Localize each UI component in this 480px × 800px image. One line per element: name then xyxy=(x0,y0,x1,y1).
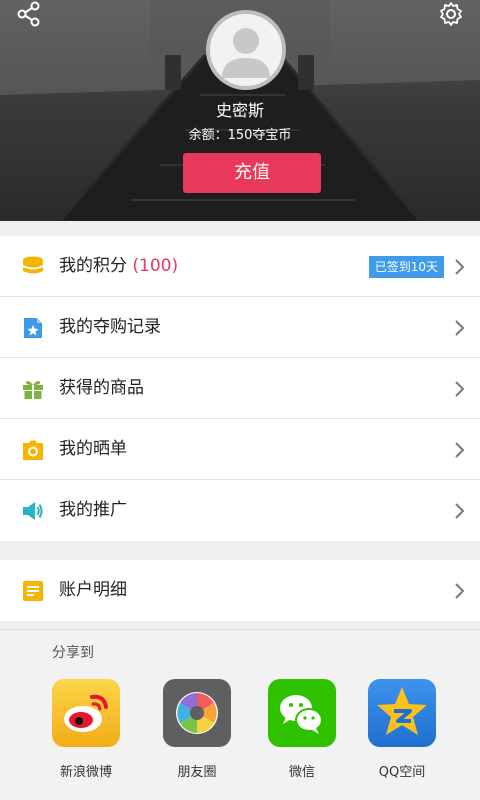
share-option-label: 微信 xyxy=(288,765,315,780)
share-icon xyxy=(17,1,40,27)
wechat-icon xyxy=(268,679,336,747)
share-option-label: 新浪微博 xyxy=(59,765,112,780)
share-option-label: QQ空间 xyxy=(378,765,426,780)
share-button[interactable] xyxy=(14,0,44,28)
menu-item-label: 账户明细 xyxy=(59,580,127,600)
notepad-icon xyxy=(23,581,43,601)
menu-item-label: 我的夺购记录 xyxy=(59,317,161,337)
chevron-right-icon xyxy=(455,583,464,599)
chevron-right-icon xyxy=(455,381,464,397)
menu-item-my-posts[interactable]: 我的晒单 xyxy=(0,419,480,480)
weibo-icon xyxy=(52,679,120,747)
points-count: (100) xyxy=(132,256,179,276)
chevron-right-icon xyxy=(455,442,464,458)
share-option-qzone[interactable]: QQ空间 xyxy=(362,679,442,780)
camera-icon xyxy=(23,440,43,460)
share-option-moments[interactable]: 朋友圈 xyxy=(157,679,237,780)
menu-item-points[interactable]: 我的积分 (100) 已签到10天 xyxy=(0,236,480,297)
profile-header: 史密斯 余额：150夺宝币 充值 xyxy=(0,0,480,221)
chevron-right-icon xyxy=(455,503,464,519)
gift-icon xyxy=(23,381,43,399)
menu-item-label: 我的晒单 xyxy=(59,439,127,459)
username: 史密斯 xyxy=(215,101,264,120)
menu-group: 我的积分 (100) 已签到10天 我的夺购记录 获得的商品 我的晒单 我的推广 xyxy=(0,236,480,541)
bookmark-star-icon xyxy=(24,318,42,338)
user-placeholder-icon xyxy=(222,28,270,78)
menu-item-won-goods[interactable]: 获得的商品 xyxy=(0,358,480,419)
menu-item-label: 我的推广 xyxy=(59,500,127,520)
qzone-icon xyxy=(368,679,436,747)
menu-item-promotion[interactable]: 我的推广 xyxy=(0,480,480,541)
share-title: 分享到 xyxy=(52,645,94,661)
share-option-wechat[interactable]: 微信 xyxy=(262,679,342,780)
menu-item-account-details[interactable]: 账户明细 xyxy=(0,560,480,621)
checkin-badge: 已签到10天 xyxy=(368,256,444,278)
menu-group-account: 账户明细 xyxy=(0,560,480,621)
settings-button[interactable] xyxy=(436,0,466,28)
share-option-label: 朋友圈 xyxy=(177,765,217,780)
database-icon xyxy=(23,256,43,274)
menu-item-purchase-records[interactable]: 我的夺购记录 xyxy=(0,297,480,358)
speaker-icon xyxy=(23,502,43,520)
share-option-weibo[interactable]: 新浪微博 xyxy=(46,679,126,780)
balance-text: 余额：150夺宝币 xyxy=(188,128,292,143)
menu-item-label: 我的积分 (100) xyxy=(59,256,179,276)
moments-icon xyxy=(163,679,231,747)
chevron-right-icon xyxy=(455,259,464,275)
gear-icon xyxy=(440,2,462,26)
chevron-right-icon xyxy=(455,320,464,336)
share-panel: 分享到 新浪微博 朋友圈 微信 QQ空间 xyxy=(0,629,480,800)
menu-item-label: 获得的商品 xyxy=(59,378,144,398)
avatar[interactable] xyxy=(206,10,286,90)
recharge-button[interactable]: 充值 xyxy=(183,153,321,193)
